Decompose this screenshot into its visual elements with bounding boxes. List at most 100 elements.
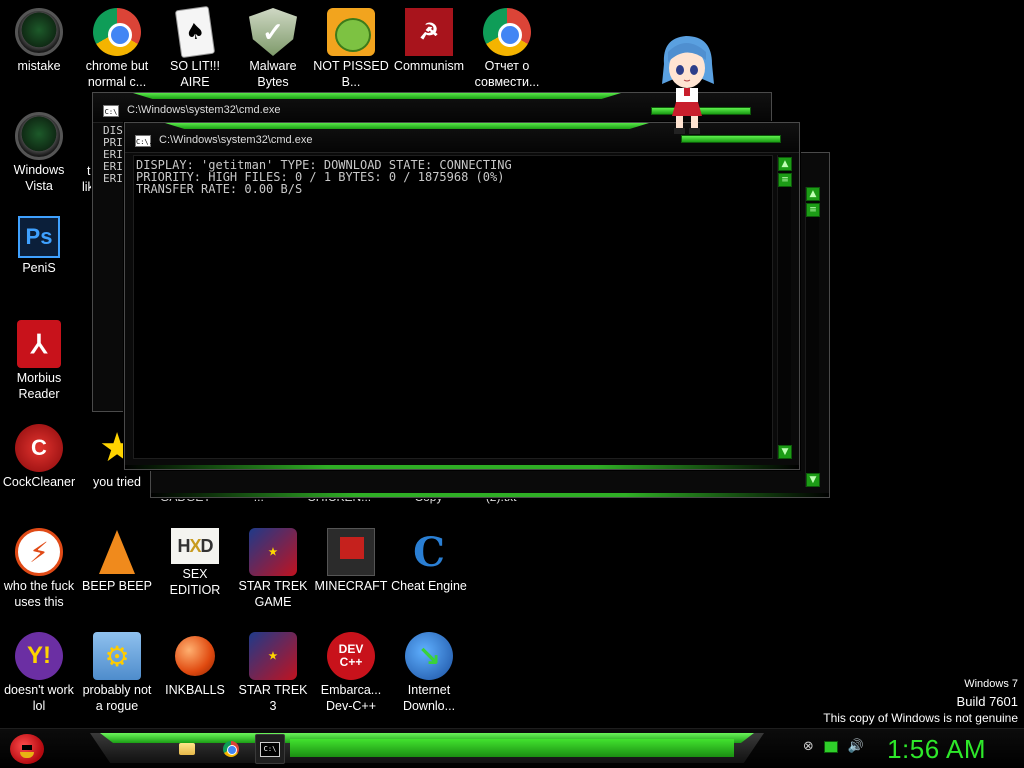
- chrome-icon: [223, 741, 239, 757]
- icon-label: NOT PISSED B...: [313, 59, 389, 89]
- angry-bird-icon: [10, 734, 44, 764]
- desktop-icon-yahoo[interactable]: Y! doesn't work lol: [0, 626, 78, 714]
- desktop-icon-avast[interactable]: ⚡ who the fuck uses this: [0, 522, 78, 610]
- desktop-icon-vlc[interactable]: BEEP BEEP: [78, 522, 156, 594]
- scroll-thumb[interactable]: ≡: [778, 173, 792, 187]
- icon-label: Embarca... Dev-C++: [320, 683, 382, 713]
- icon-label: Windows Vista: [13, 163, 65, 193]
- icon-label: STAR TREK 3: [238, 683, 308, 713]
- desktop-icon-ccleaner[interactable]: C CockCleaner: [0, 418, 78, 490]
- scrollbar[interactable]: ▲ ≡ ▼: [777, 155, 792, 459]
- speaker-icon[interactable]: 🔊: [848, 739, 864, 754]
- desktop-icon-idm[interactable]: ↘ Internet Downlo...: [390, 626, 468, 714]
- scrollbar[interactable]: ▲ ≡ ▼: [805, 187, 820, 487]
- desktop-icon-minecraft[interactable]: MINECRAFT: [312, 522, 390, 594]
- desktop-icon-so-lit-aire[interactable]: ♠ SO LIT!!! AIRE: [156, 2, 234, 90]
- desktop-icon-windows-vista[interactable]: Windows Vista: [0, 106, 78, 194]
- cheat-engine-icon: C: [413, 528, 445, 576]
- scroll-up-icon[interactable]: ▲: [778, 157, 792, 171]
- icon-label: Morbius Reader: [16, 371, 62, 401]
- angry-birds-pig-icon: [327, 8, 375, 56]
- hxd-icon: HXD: [171, 528, 219, 564]
- icon-label: mistake: [17, 59, 61, 73]
- desktop-icon-hxd[interactable]: HXD SEX EDITIOR: [156, 522, 234, 598]
- chrome-icon: [93, 8, 141, 56]
- desktop-icon-star-trek-game[interactable]: ★ STAR TREK GAME: [234, 522, 312, 610]
- icon-label: STAR TREK GAME: [238, 579, 308, 609]
- cmd-window-front[interactable]: C:\. C:\Windows\system32\cmd.exe DISPLAY…: [124, 122, 800, 470]
- idm-icon: ↘: [405, 632, 453, 680]
- back-arrow-icon[interactable]: ⊗: [803, 739, 814, 754]
- monitor-gear-icon: ⚙: [93, 632, 141, 680]
- icon-label: probably not a rogue: [82, 683, 152, 713]
- desktop-icon-photoshop[interactable]: Ps PeniS: [0, 210, 78, 276]
- system-tray: ⊗ 🔊: [803, 739, 864, 754]
- icon-label: chrome but normal c...: [85, 59, 149, 89]
- icon-label: Malware Bytes: [249, 59, 297, 89]
- desktop-icon-communism[interactable]: ☭ Communism: [390, 2, 468, 74]
- taskbar-chrome[interactable]: [216, 734, 246, 764]
- icon-label: Cheat Engine: [391, 579, 467, 593]
- cmd-icon: C:\: [103, 105, 119, 117]
- taskbar-clock[interactable]: 1:56 AM: [887, 734, 986, 765]
- star-wars-game-icon: ★: [249, 632, 297, 680]
- devcpp-icon: DEV C++: [327, 632, 375, 680]
- icon-label: PeniS: [22, 261, 56, 275]
- icon-label: Отчет о совмести...: [474, 59, 540, 89]
- green-orb-icon: [15, 112, 63, 160]
- folder-icon: [179, 743, 195, 755]
- icon-label: you tried: [93, 475, 141, 489]
- taskbar-cmd[interactable]: C:\: [255, 734, 285, 764]
- minecraft-icon: [327, 528, 375, 576]
- desktop-icon-morbius-reader[interactable]: ⅄ Morbius Reader: [0, 314, 78, 402]
- shield-check-icon: ✓: [249, 8, 297, 56]
- scroll-thumb[interactable]: ≡: [806, 203, 820, 217]
- icon-label: BEEP BEEP: [82, 579, 152, 593]
- anime-character-image: [662, 36, 714, 134]
- vlc-cone-icon: [99, 530, 135, 574]
- desktop-icon-not-pissed[interactable]: NOT PISSED B...: [312, 2, 390, 90]
- avast-icon: ⚡: [15, 528, 63, 576]
- desktop-icon-devcpp[interactable]: DEV C++ Embarca... Dev-C++: [312, 626, 390, 714]
- green-orb-icon: [15, 8, 63, 56]
- red-emblem-icon: ☭: [405, 8, 453, 56]
- desktop-icon-malwarebytes[interactable]: ✓ Malware Bytes: [234, 2, 312, 90]
- photoshop-icon: Ps: [18, 216, 60, 258]
- icon-label: Internet Downlo...: [402, 683, 456, 713]
- taskbar-explorer[interactable]: [172, 734, 202, 764]
- yahoo-messenger-icon: Y!: [15, 632, 63, 680]
- ccleaner-icon: C: [15, 424, 63, 472]
- icon-label: MINECRAFT: [314, 579, 388, 593]
- pdf-reader-icon: ⅄: [17, 320, 61, 368]
- scroll-up-icon[interactable]: ▲: [806, 187, 820, 201]
- icon-label: doesn't work lol: [4, 683, 74, 713]
- desktop-icon-inkballs[interactable]: INKBALLS: [156, 626, 234, 698]
- chrome-icon: [483, 8, 531, 56]
- playing-card-icon: ♠: [174, 5, 216, 59]
- desktop-icon-report[interactable]: Отчет о совмести...: [468, 2, 546, 90]
- partial-label: t: [87, 164, 91, 178]
- console-line: ERI: [103, 172, 123, 185]
- icon-label: Communism: [393, 59, 465, 73]
- network-icon[interactable]: [823, 740, 838, 753]
- console-line: TRANSFER RATE: 0.00 B/S: [136, 182, 303, 196]
- icon-label: SEX EDITIOR: [169, 567, 221, 597]
- desktop-icon-mistake[interactable]: mistake: [0, 2, 78, 74]
- desktop-icon-star-trek-3[interactable]: ★ STAR TREK 3: [234, 626, 312, 714]
- desktop-icon-rogue[interactable]: ⚙ probably not a rogue: [78, 626, 156, 714]
- window-title: C:\Windows\system32\cmd.exe: [159, 134, 313, 146]
- desktop: mistake chrome but normal c... ♠ SO LIT!…: [0, 0, 1024, 728]
- cmd-icon: C:\: [260, 741, 280, 757]
- icon-label: SO LIT!!! AIRE: [169, 59, 220, 89]
- start-button[interactable]: [6, 729, 48, 768]
- watermark-build: Build 7601: [956, 694, 1018, 709]
- icon-label: CockCleaner: [2, 475, 76, 489]
- inkball-icon: [175, 636, 215, 676]
- scroll-down-icon[interactable]: ▼: [806, 473, 820, 487]
- desktop-icon-cheat-engine[interactable]: C Cheat Engine: [390, 522, 468, 594]
- watermark-genuine: This copy of Windows is not genuine: [823, 711, 1018, 725]
- desktop-icon-chrome[interactable]: chrome but normal c...: [78, 2, 156, 90]
- taskbar: C:\ ⊗ 🔊 1:56 AM: [0, 728, 1024, 768]
- scroll-down-icon[interactable]: ▼: [778, 445, 792, 459]
- console-output[interactable]: DISPLAY: 'getitman' TYPE: DOWNLOAD STATE…: [133, 155, 773, 459]
